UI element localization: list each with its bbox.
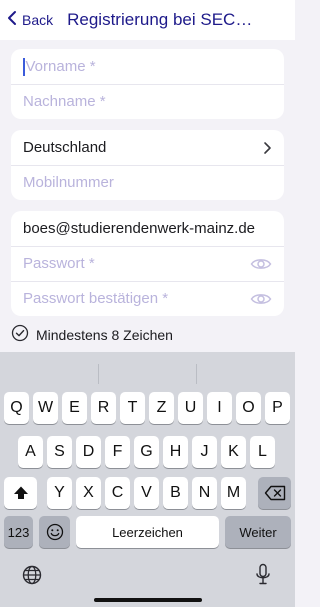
key-f[interactable]: F (105, 436, 130, 468)
shift-icon (13, 485, 29, 501)
key-o[interactable]: O (236, 392, 261, 424)
key-n[interactable]: N (192, 477, 217, 509)
phone-card: Deutschland Mobilnummer (11, 130, 284, 200)
key-i[interactable]: I (207, 392, 232, 424)
check-circle-icon (11, 324, 36, 345)
key-w[interactable]: W (33, 392, 58, 424)
email-field[interactable]: boes@studierendenwerk-mainz.de (11, 211, 284, 246)
backspace-icon (264, 485, 286, 501)
key-b[interactable]: B (163, 477, 188, 509)
mobile-number-field[interactable]: Mobilnummer (11, 165, 284, 200)
space-key[interactable]: Leerzeichen (76, 516, 219, 548)
back-label: Back (22, 12, 54, 28)
password-confirm-field[interactable]: Passwort bestätigen * (11, 281, 284, 316)
key-y[interactable]: Y (47, 477, 72, 509)
key-a[interactable]: A (18, 436, 43, 468)
microphone-icon[interactable] (255, 563, 271, 592)
key-u[interactable]: U (178, 392, 203, 424)
key-e[interactable]: E (62, 392, 87, 424)
key-h[interactable]: H (163, 436, 188, 468)
key-t[interactable]: T (120, 392, 145, 424)
suggestion-divider (98, 364, 99, 384)
keyboard: Q W E R T Z U I O P A S D F G H J K L Y … (0, 352, 295, 607)
country-selector[interactable]: Deutschland (11, 130, 284, 165)
country-value: Deutschland (23, 139, 107, 156)
key-s[interactable]: S (47, 436, 72, 468)
account-card: boes@studierendenwerk-mainz.de Passwort … (11, 211, 284, 316)
home-indicator (94, 598, 202, 602)
password-confirm-placeholder: Passwort bestätigen * (23, 290, 169, 307)
emoji-icon (46, 523, 64, 541)
eye-icon[interactable] (250, 291, 272, 307)
eye-icon[interactable] (250, 256, 272, 272)
key-c[interactable]: C (105, 477, 130, 509)
key-m[interactable]: M (221, 477, 246, 509)
return-key[interactable]: Weiter (225, 516, 291, 548)
last-name-field[interactable]: Nachname * (11, 84, 284, 119)
key-r[interactable]: R (91, 392, 116, 424)
email-value: boes@studierendenwerk-mainz.de (23, 220, 256, 237)
first-name-placeholder: Vorname * (25, 58, 96, 75)
numbers-key[interactable]: 123 (4, 516, 33, 548)
key-z[interactable]: Z (149, 392, 174, 424)
emoji-key[interactable] (39, 516, 70, 548)
key-d[interactable]: D (76, 436, 101, 468)
key-v[interactable]: V (134, 477, 159, 509)
key-g[interactable]: G (134, 436, 159, 468)
password-requirement: Mindestens 8 Zeichen (11, 324, 173, 345)
key-p[interactable]: P (265, 392, 290, 424)
password-requirement-text: Mindestens 8 Zeichen (36, 326, 173, 343)
key-j[interactable]: J (192, 436, 217, 468)
last-name-placeholder: Nachname * (23, 93, 106, 110)
key-l[interactable]: L (250, 436, 275, 468)
nav-bar: Back Registrierung bei SEC… (0, 0, 295, 40)
shift-key[interactable] (4, 477, 37, 509)
page-title: Registrierung bei SEC… (67, 10, 253, 29)
back-button[interactable]: Back (6, 10, 53, 31)
password-placeholder: Passwort * (23, 255, 95, 272)
mobile-number-placeholder: Mobilnummer (23, 174, 114, 191)
text-cursor (23, 57, 25, 76)
delete-key[interactable] (258, 477, 291, 509)
first-name-field[interactable]: Vorname * (11, 49, 284, 84)
name-card: Vorname * Nachname * (11, 49, 284, 119)
chevron-left-icon (6, 10, 18, 31)
key-k[interactable]: K (221, 436, 246, 468)
password-field[interactable]: Passwort * (11, 246, 284, 281)
chevron-right-icon (263, 141, 272, 155)
globe-icon[interactable] (22, 565, 42, 590)
key-q[interactable]: Q (4, 392, 29, 424)
key-x[interactable]: X (76, 477, 101, 509)
suggestion-divider (196, 364, 197, 384)
